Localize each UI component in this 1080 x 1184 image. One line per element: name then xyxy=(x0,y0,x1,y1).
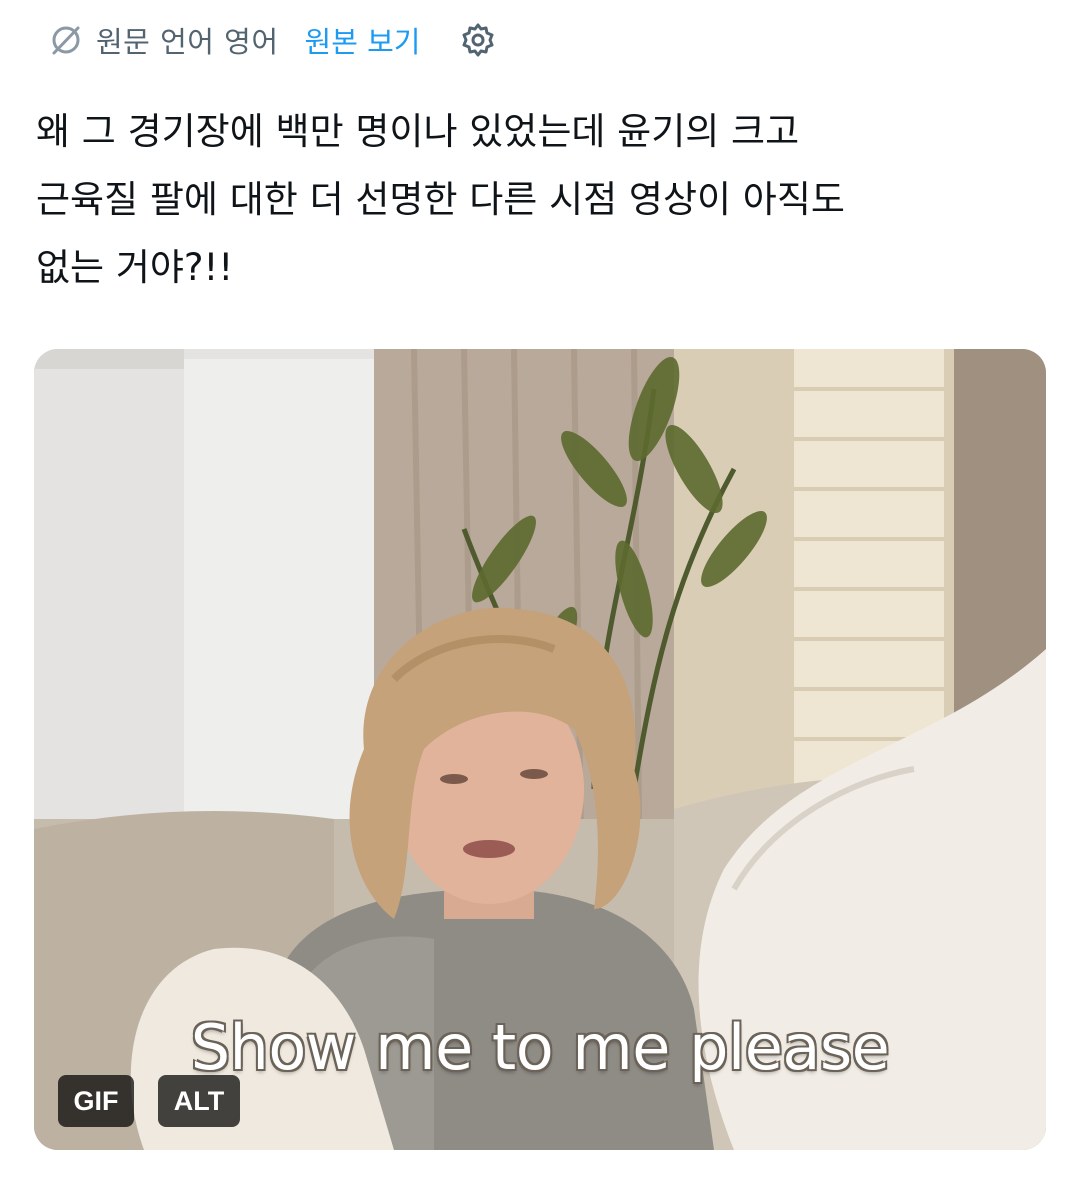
gif-badge: GIF xyxy=(58,1075,134,1127)
translation-bar: 원문 언어 영어 원본 보기 xyxy=(48,18,498,62)
gif-frame-image xyxy=(34,349,1046,1150)
translation-label: 원문 언어 영어 xyxy=(96,25,279,59)
translate-icon xyxy=(48,22,84,58)
show-original-link[interactable]: 원본 보기 xyxy=(305,19,421,61)
alt-badge[interactable]: ALT xyxy=(158,1075,240,1127)
tweet-text: 왜 그 경기장에 백만 명이나 있었는데 윤기의 크고 근육질 팔에 대한 더 … xyxy=(36,110,845,289)
gif-media[interactable]: Show me to me please GIF ALT xyxy=(34,349,1046,1150)
gear-icon[interactable] xyxy=(458,20,498,60)
